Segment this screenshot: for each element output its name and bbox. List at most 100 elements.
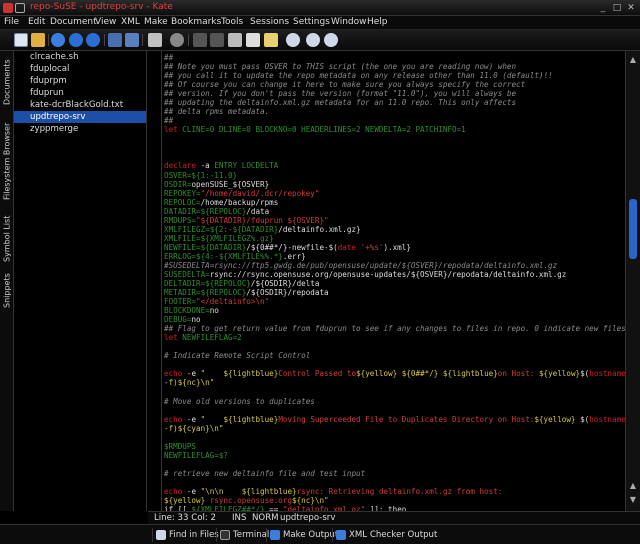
zoom-in-icon[interactable] [306, 33, 320, 47]
code-token: '+%s' [356, 242, 384, 252]
tab-make-output[interactable]: Make Output [266, 528, 338, 542]
tab-documents[interactable]: Documents [1, 53, 13, 111]
code-token: echo [164, 414, 183, 424]
code-line: #SUSEDELTA=rsync://ftp5.gwdg.de/pub/open… [164, 261, 557, 270]
menu-file[interactable]: File [4, 17, 19, 27]
menu-bar: File Edit Document View XML Make Bookmar… [0, 16, 640, 30]
code-token: METADIR=${REPOLOC} [164, 288, 247, 298]
list-item-selected[interactable]: updtrepo-srv [14, 111, 146, 123]
save-icon[interactable] [108, 33, 122, 47]
zoom-out-icon[interactable] [324, 33, 338, 47]
bottom-tool-tabs: Find in Files Terminal Make Output XML C… [0, 524, 640, 544]
find-icon[interactable] [286, 33, 300, 47]
code-token: NEWFILE=${DATADIR} [164, 242, 247, 252]
close-icon[interactable]: ✕ [626, 3, 636, 13]
menu-document[interactable]: Document [50, 17, 97, 27]
code-token: ## you call it to update the repo metada… [164, 71, 553, 81]
code-token: on Host: [497, 369, 539, 379]
code-token: DEBUG= [164, 315, 192, 325]
insert-mode[interactable]: INS [232, 513, 246, 523]
code-line: echo -e "\n\n ${lightblue}rsync: Retriev… [164, 487, 502, 496]
maximize-icon[interactable]: □ [612, 3, 622, 13]
menu-view[interactable]: View [95, 17, 116, 27]
toolbar-separator [188, 34, 189, 46]
cut-icon[interactable] [228, 33, 242, 47]
tab-terminal[interactable]: Terminal [216, 528, 269, 542]
code-token: no [191, 315, 201, 325]
code-token: Control Passed to [278, 369, 357, 379]
undo-icon[interactable] [193, 33, 207, 47]
app-icon[interactable] [3, 3, 13, 13]
menu-settings[interactable]: Settings [293, 17, 330, 27]
code-token: /deltainfo.xml.gz} [278, 224, 361, 234]
code-line: ## [164, 116, 173, 125]
code-line: OSVER=${1:-11.0} [164, 171, 237, 180]
menu-help[interactable]: Help [367, 17, 388, 27]
scrollbar-thumb[interactable] [629, 199, 637, 259]
code-token: #SUSEDELTA=rsync://ftp5.gwdg.de/pub/open… [164, 260, 558, 270]
list-item[interactable]: fduprun [14, 87, 146, 99]
list-item[interactable]: kate-dcrBlackGold.txt [14, 99, 146, 111]
code-token: /home/backup/rpms [200, 197, 279, 207]
forward-arrow-icon[interactable] [86, 33, 100, 47]
minimize-icon[interactable]: _ [598, 3, 608, 13]
tab-snippets[interactable]: Snippets [1, 269, 13, 313]
list-item[interactable]: clrcache.sh [14, 51, 146, 63]
editor-vertical-scrollbar[interactable]: ▲ ▲ ▼ [625, 51, 640, 511]
make-output-icon [270, 530, 280, 540]
code-token: ## version. If you don't pass the versio… [164, 89, 517, 99]
code-token: ${yellow} [534, 414, 581, 424]
print-icon[interactable] [148, 33, 162, 47]
code-token: $RMDUPS [164, 441, 197, 451]
redo-icon[interactable] [210, 33, 224, 47]
scroll-up-icon[interactable]: ▲ [628, 55, 638, 65]
menu-make[interactable]: Make [144, 17, 168, 27]
code-line: ## Note you must pass OSVER to THIS scri… [164, 62, 516, 71]
code-editor[interactable]: ## ## Note you must pass OSVER to THIS sc… [148, 51, 625, 511]
code-line: BLOCKDONE=no [164, 306, 219, 315]
close-document-icon[interactable] [170, 33, 184, 47]
menu-xml[interactable]: XML [121, 17, 140, 27]
scroll-down-icon[interactable]: ▲ [628, 481, 638, 491]
cursor-position: Line: 33 Col: 2 [154, 513, 216, 523]
tab-filesystem-browser[interactable]: Filesystem Browser [1, 113, 13, 209]
menu-window[interactable]: Window [331, 17, 367, 27]
window-titlebar: repo-SuSE - updtrepo-srv - Kate _ □ ✕ [0, 0, 640, 16]
menu-sessions[interactable]: Sessions [250, 17, 289, 27]
code-line: # Move old versions to duplicates [164, 397, 315, 406]
scroll-down-icon[interactable]: ▼ [628, 495, 638, 505]
window-menu-icon[interactable] [15, 3, 25, 13]
tab-xml-checker-output[interactable]: XML Checker Output [332, 528, 437, 542]
code-line: DATADIR=${REPOLOC}/data [164, 207, 269, 216]
code-token: /${OSDIR}/delta [250, 279, 320, 288]
code-token: REPOKEY= [164, 188, 201, 198]
menu-tools[interactable]: Tools [221, 17, 243, 27]
reload-icon[interactable] [51, 33, 65, 47]
copy-icon[interactable] [246, 33, 260, 47]
code-token: CLINE=0 DLINE=0 BLOCKNO=0 HEADERLINES=2 … [182, 125, 466, 135]
menu-bookmarks[interactable]: Bookmarks [171, 17, 221, 27]
tab-symbol-list[interactable]: Symbol List [1, 211, 13, 267]
back-arrow-icon[interactable] [69, 33, 83, 47]
code-token: Moving Superceeded File to Duplicates Di… [278, 414, 535, 424]
code-token: ## updating the deltainfo.xml.gz metadat… [164, 98, 517, 108]
code-token: ENTRY LOCDELTA [214, 161, 279, 171]
menu-edit[interactable]: Edit [28, 17, 45, 27]
code-token: $( [580, 414, 590, 424]
code-token: declare [164, 161, 197, 171]
list-item[interactable]: fduprpm [14, 75, 146, 87]
open-file-icon[interactable] [31, 33, 45, 47]
paste-icon[interactable] [264, 33, 278, 47]
icon-border [161, 51, 162, 511]
new-file-icon[interactable] [14, 33, 28, 47]
tab-find-in-files[interactable]: Find in Files [152, 528, 219, 542]
code-token: rsync://rsync.opensuse.org/opensuse-upda… [209, 269, 567, 279]
code-token: ${yellow} ${0##*/} ${lightblue} [356, 369, 498, 379]
selection-mode[interactable]: NORM [252, 513, 279, 523]
save-as-icon[interactable] [125, 33, 139, 47]
code-line: XMLFILE=${XMLFILEGZ%.gz} [164, 234, 274, 243]
list-item[interactable]: zyppmerge [14, 123, 146, 135]
code-token: echo [164, 369, 183, 379]
list-item[interactable]: fduplocal [14, 63, 146, 75]
code-token: ERRLOG=${4:-${XMLFILE%%.*} [164, 251, 283, 261]
